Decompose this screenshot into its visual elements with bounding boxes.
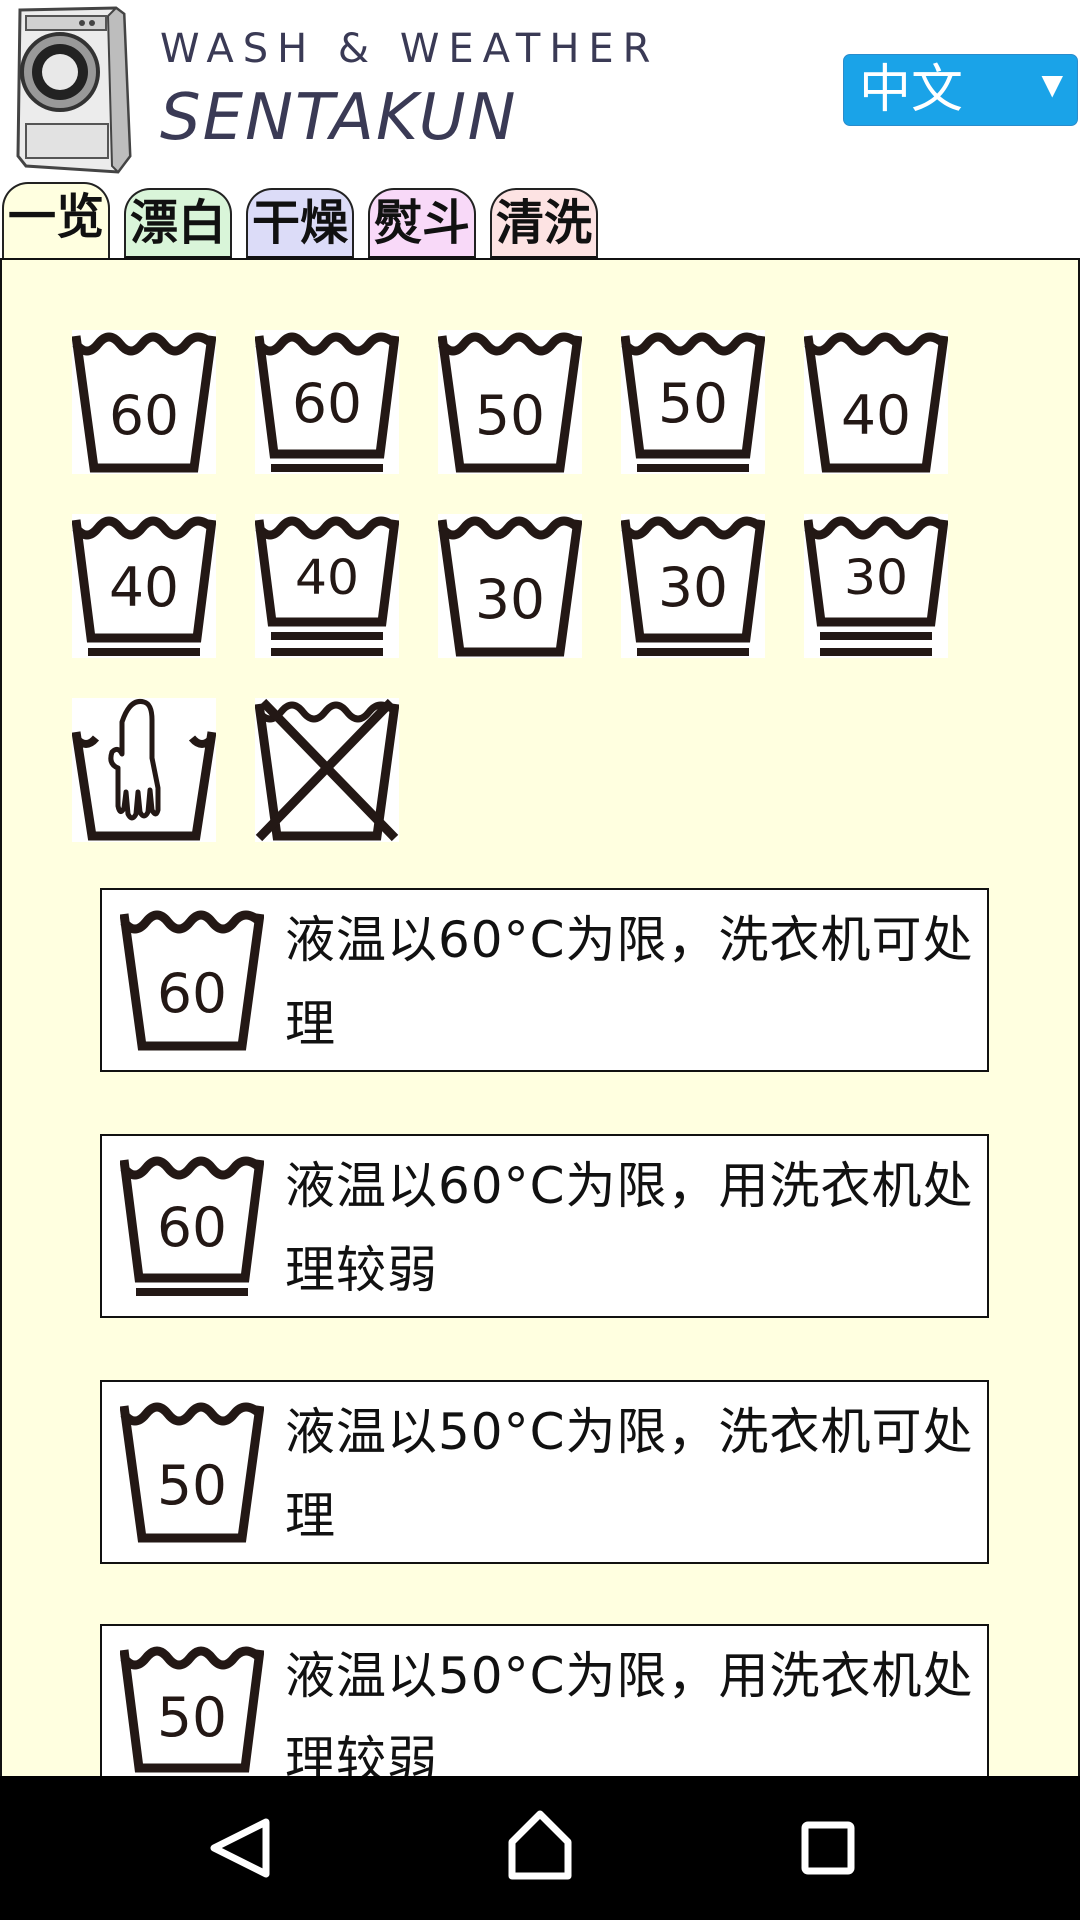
temperature-label: 40: [295, 550, 359, 606]
language-selected-value: 中文: [859, 60, 964, 120]
logo-title: SENTAKUN: [160, 81, 518, 155]
wash-tub-icon[interactable]: 40: [804, 330, 948, 474]
tab-label: 干燥: [251, 195, 348, 251]
hand-wash-icon[interactable]: [72, 698, 216, 842]
wash-description-text: 液温以60°C为限，洗衣机可处理: [285, 911, 974, 1053]
wash-tub-icon: 50: [120, 1644, 264, 1788]
temperature-label: 30: [844, 550, 908, 606]
wash-tub-icon[interactable]: 50: [438, 330, 582, 474]
content-panel: 60 60 50 50 40 40 40 30 30 30 60 液温以60°C为限，洗衣机可处理 6…: [0, 258, 1080, 1808]
temperature-label: 60: [109, 384, 179, 447]
tab-label: 熨斗: [373, 195, 470, 251]
wash-tub-icon[interactable]: 50: [621, 330, 765, 474]
wash-tub-icon[interactable]: 30: [804, 514, 948, 658]
wash-description-card[interactable]: 60 液温以60°C为限，用洗衣机处理较弱: [100, 1134, 989, 1318]
washing-machine-icon: [16, 6, 132, 174]
tab-iron[interactable]: 熨斗: [368, 188, 476, 258]
temperature-label: 60: [157, 1196, 227, 1259]
temperature-label: 50: [658, 372, 728, 435]
wash-tub-icon[interactable]: 30: [438, 514, 582, 658]
temperature-label: 40: [109, 556, 179, 619]
app-logo: WASH & WEATHER SENTAKUN: [10, 6, 650, 174]
wash-description-text: 液温以60°C为限，用洗衣机处理较弱: [285, 1157, 974, 1299]
wash-tub-icon: 60: [120, 1154, 264, 1298]
temperature-label: 60: [292, 372, 362, 435]
tab-label: 一览: [7, 189, 104, 245]
wash-tub-icon: 60: [120, 908, 264, 1052]
wash-tub-icon[interactable]: 40: [72, 514, 216, 658]
temperature-label: 40: [841, 384, 911, 447]
chevron-down-icon: ▼: [1041, 68, 1063, 101]
tab-dry[interactable]: 干燥: [246, 188, 354, 258]
logo-tagline: WASH & WEATHER: [160, 26, 660, 72]
wash-tub-icon[interactable]: 60: [72, 330, 216, 474]
wash-tub-icon[interactable]: 60: [255, 330, 399, 474]
home-icon[interactable]: [490, 1776, 590, 1920]
temperature-label: 60: [157, 962, 227, 1025]
system-nav-bar: [0, 1776, 1080, 1920]
recents-icon[interactable]: [778, 1776, 878, 1920]
temperature-label: 30: [475, 568, 545, 631]
tab-bleach[interactable]: 漂白: [124, 188, 232, 258]
wash-tub-icon[interactable]: 40: [255, 514, 399, 658]
do-not-wash-icon[interactable]: [255, 698, 399, 842]
tab-clean[interactable]: 清洗: [490, 188, 598, 258]
temperature-label: 50: [475, 384, 545, 447]
wash-description-card[interactable]: 50 液温以50°C为限，洗衣机可处理: [100, 1380, 989, 1564]
temperature-label: 50: [157, 1686, 227, 1749]
temperature-label: 50: [157, 1454, 227, 1517]
wash-description-text: 液温以50°C为限，洗衣机可处理: [285, 1403, 974, 1545]
wash-tub-icon: 50: [120, 1400, 264, 1544]
language-select[interactable]: 中文 ▼: [843, 54, 1078, 126]
tab-overview[interactable]: 一览: [2, 182, 110, 258]
tab-label: 漂白: [129, 195, 226, 251]
tab-label: 清洗: [495, 195, 592, 251]
wash-tub-icon[interactable]: 30: [621, 514, 765, 658]
temperature-label: 30: [658, 556, 728, 619]
back-icon[interactable]: [192, 1776, 292, 1920]
wash-description-card[interactable]: 60 液温以60°C为限，洗衣机可处理: [100, 888, 989, 1072]
